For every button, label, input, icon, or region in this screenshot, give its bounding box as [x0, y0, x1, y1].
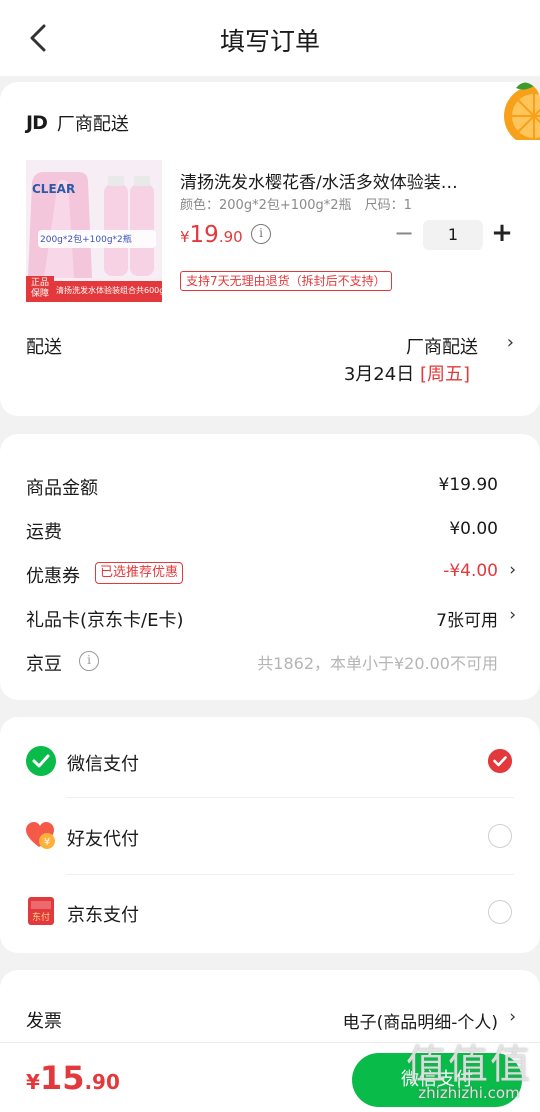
product-brand-text: CLEAR	[32, 182, 76, 196]
chevron-right-icon[interactable]: ›	[509, 560, 516, 580]
invoice-label: 发票	[26, 1011, 62, 1032]
radio-unchecked-icon[interactable]	[488, 900, 512, 924]
price-decimal: .90	[218, 228, 243, 246]
payment-label: 微信支付	[67, 754, 139, 775]
delivery-weekday: [周五]	[419, 364, 470, 385]
payment-option-wechat[interactable]: 微信支付	[0, 723, 540, 799]
freight-label: 运费	[26, 522, 62, 543]
product-name[interactable]: 清扬洗发水樱花香/水活多效体验装…	[180, 168, 510, 193]
order-item-card: JD 厂商配送 CLEAR 200g*2包+100g*2瓶 正品保障 清扬洗发水…	[0, 82, 540, 416]
delivery-date[interactable]: 3月24日 [周五]	[344, 360, 470, 386]
watermark-url: zhizhizhi.com	[418, 1084, 520, 1102]
page-title: 填写订单	[219, 27, 320, 56]
price-info-icon[interactable]: i	[251, 224, 271, 244]
product-image[interactable]: CLEAR 200g*2包+100g*2瓶 正品保障 清扬洗发水体验装组合共60…	[26, 160, 162, 302]
coupon-recommend-tag: 已选推荐优惠	[95, 562, 184, 584]
price-integer: 19	[189, 222, 219, 248]
genuine-badge: 正品保障	[30, 278, 49, 299]
beans-info-icon[interactable]: i	[79, 651, 99, 671]
delivery-label: 配送	[26, 337, 62, 358]
quantity-decrease-button[interactable]: −	[394, 218, 414, 248]
total-symbol: ¥	[26, 1070, 40, 1094]
svg-text:¥: ¥	[44, 837, 50, 848]
payment-label: 京东支付	[67, 905, 139, 926]
coupon-label: 优惠券	[26, 566, 80, 587]
shop-row: JD 厂商配送	[26, 110, 129, 136]
jd-beans-note: 共1862，本单小于¥20.00不可用	[257, 654, 498, 673]
payment-method-card: 微信支付 ¥ 好友代付 东付 京东支付	[0, 717, 540, 953]
total-decimal: .90	[84, 1070, 120, 1094]
product-price: ¥19.90	[180, 222, 243, 248]
payment-option-friend[interactable]: ¥ 好友代付	[0, 798, 540, 874]
giftcard-label: 礼品卡(京东卡/E卡)	[26, 610, 184, 631]
orange-decoration-icon	[504, 82, 540, 140]
product-caption: 清扬洗发水体验装组合共600g	[56, 286, 162, 295]
chevron-right-icon[interactable]: ›	[509, 1007, 516, 1027]
friend-pay-icon: ¥	[26, 822, 55, 849]
wechat-pay-icon	[26, 746, 56, 776]
giftcard-value[interactable]: 7张可用	[436, 606, 498, 631]
invoice-value[interactable]: 电子(商品明细-个人)	[343, 1008, 498, 1033]
shop-name: 厂商配送	[56, 114, 129, 135]
total-price: ¥15.90	[26, 1059, 120, 1097]
chevron-right-icon[interactable]: ›	[509, 605, 516, 625]
radio-unchecked-icon[interactable]	[488, 824, 512, 848]
radio-checked-icon[interactable]	[488, 749, 512, 773]
price-symbol: ¥	[180, 228, 190, 246]
payment-label: 好友代付	[67, 829, 139, 850]
header-bar: 填写订单	[0, 0, 540, 76]
payment-option-jdpay[interactable]: 东付 京东支付	[0, 874, 540, 950]
chevron-right-icon[interactable]: ›	[507, 332, 514, 353]
jd-pay-icon: 东付	[28, 897, 54, 925]
product-spec: 颜色：200g*2包+100g*2瓶 尺码：1	[180, 198, 412, 213]
quantity-increase-button[interactable]: +	[490, 218, 514, 248]
watermark: 值值值 zhizhizhi.com	[406, 1032, 532, 1102]
jd-logo: JD	[26, 112, 48, 134]
product-badge-text: 200g*2包+100g*2瓶	[40, 235, 132, 245]
return-policy-tag: 支持7天无理由退货（拆封后不支持）	[180, 271, 392, 291]
coupon-value[interactable]: -¥4.00	[443, 561, 498, 581]
delivery-method[interactable]: 厂商配送	[406, 333, 478, 359]
goods-amount-label: 商品金额	[26, 478, 98, 499]
quantity-input[interactable]: 1	[423, 220, 483, 250]
delivery-date-text: 3月24日	[343, 364, 415, 385]
watermark-logo: 值值值	[406, 1042, 532, 1088]
total-integer: 15	[39, 1059, 85, 1097]
jd-beans-label: 京豆	[26, 654, 62, 675]
freight-value: ¥0.00	[449, 519, 498, 539]
goods-amount-value: ¥19.90	[438, 475, 498, 495]
svg-text:东付: 东付	[32, 911, 50, 923]
price-summary-card: 商品金额 ¥19.90 运费 ¥0.00 优惠券 已选推荐优惠 -¥4.00 ›…	[0, 434, 540, 700]
